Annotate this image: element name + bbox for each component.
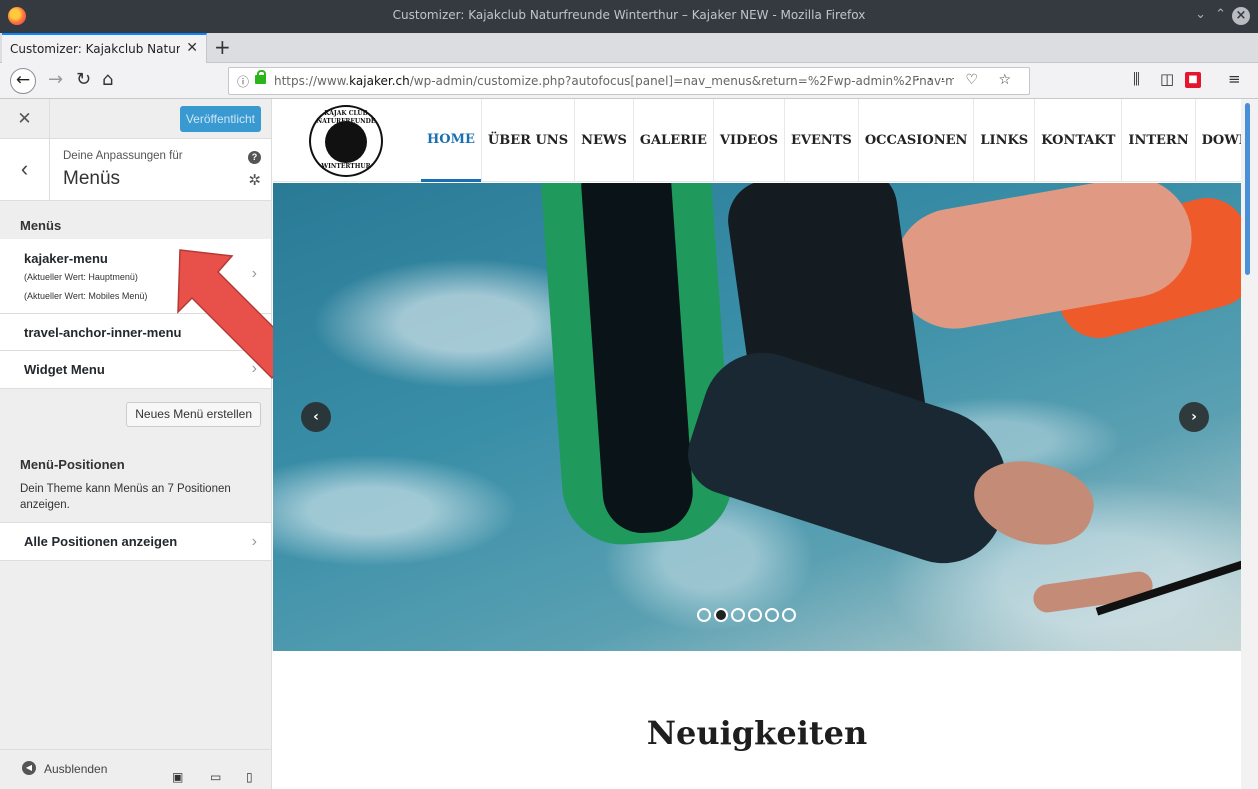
forward-icon[interactable]: → bbox=[48, 69, 63, 90]
mobile-preview-icon[interactable]: ▯ bbox=[246, 770, 253, 784]
desktop-preview-icon[interactable]: ▣ bbox=[172, 770, 183, 784]
menu-item-kajaker-menu[interactable]: kajaker-menu (Aktueller Wert: Hauptmenü)… bbox=[0, 239, 271, 314]
view-all-locations-item[interactable]: Alle Positionen anzeigen › bbox=[0, 522, 271, 561]
slider-dot[interactable] bbox=[748, 608, 762, 622]
panel-header: ‹ Deine Anpassungen für Menüs ? ✲ bbox=[0, 139, 271, 201]
home-icon[interactable]: ⌂ bbox=[102, 69, 113, 90]
site-header: KAJAK CLUB NATURFREUNDE WINTERTHUR HOME … bbox=[273, 99, 1241, 182]
help-icon[interactable]: ? bbox=[248, 151, 261, 164]
nav-item-links[interactable]: LINKS bbox=[973, 99, 1034, 182]
nav-item-kontakt[interactable]: KONTAKT bbox=[1034, 99, 1121, 182]
menu-locations-title: Menü-Positionen bbox=[20, 457, 125, 472]
customizer-sidebar: ✕ Veröffentlicht ‹ Deine Anpassungen für… bbox=[0, 99, 272, 789]
nav-item-intern[interactable]: INTERN bbox=[1121, 99, 1194, 182]
back-chevron-icon[interactable]: ‹ bbox=[0, 139, 50, 201]
site-info-icon[interactable]: ⓘ bbox=[237, 73, 249, 90]
library-icon[interactable]: ⫼ bbox=[1133, 70, 1140, 88]
slider-next-icon[interactable]: › bbox=[1179, 402, 1209, 432]
window-titlebar: Customizer: Kajakclub Naturfreunde Winte… bbox=[0, 0, 1258, 33]
tab-customizer[interactable]: Customizer: Kajakclub Naturfreunde Winte… bbox=[2, 33, 207, 63]
menu-locations-description: Dein Theme kann Menüs an 7 Positionen an… bbox=[20, 483, 231, 511]
tab-label: Customizer: Kajakclub Naturfreunde Winte… bbox=[10, 42, 180, 56]
back-icon[interactable]: ← bbox=[10, 68, 36, 94]
tab-bar: Customizer: Kajakclub Naturfreunde Winte… bbox=[0, 33, 1258, 63]
nav-item-ueber-uns[interactable]: ÜBER UNS bbox=[480, 99, 574, 182]
chevron-right-icon: › bbox=[251, 265, 257, 282]
nav-item-downloads[interactable]: DOWNLOADS bbox=[1194, 99, 1241, 182]
nav-item-galerie[interactable]: GALERIE bbox=[632, 99, 713, 182]
collapse-label[interactable]: Ausblenden bbox=[44, 762, 107, 776]
nav-item-videos[interactable]: VIDEOS bbox=[712, 99, 784, 182]
site-nav: HOME ÜBER UNS NEWS GALERIE VIDEOS EVENTS… bbox=[421, 99, 1241, 182]
menu-item-travel-anchor[interactable]: travel-anchor-inner-menu › bbox=[0, 314, 271, 351]
new-menu-button[interactable]: Neues Menü erstellen bbox=[126, 402, 261, 427]
nav-item-occasionen[interactable]: OCCASIONEN bbox=[857, 99, 974, 182]
hero-slider: ‹ › bbox=[273, 183, 1241, 651]
view-all-locations-label: Alle Positionen anzeigen bbox=[24, 534, 178, 549]
minimize-icon[interactable]: ⌄ bbox=[1195, 7, 1206, 22]
nav-item-events[interactable]: EVENTS bbox=[783, 99, 858, 182]
panel-title: Menüs bbox=[63, 168, 121, 189]
menus-section-title: Menüs bbox=[20, 218, 62, 233]
addon-icon[interactable]: ■ bbox=[1185, 72, 1201, 88]
customizer-footer: ◀ Ausblenden ▣ ▭ ▯ bbox=[0, 749, 271, 789]
club-logo[interactable]: KAJAK CLUB NATURFREUNDE WINTERTHUR bbox=[309, 105, 383, 177]
slider-dot[interactable] bbox=[765, 608, 779, 622]
tab-close-icon[interactable]: ✕ bbox=[186, 40, 198, 56]
slider-dot[interactable] bbox=[714, 608, 728, 622]
nav-item-news[interactable]: NEWS bbox=[574, 99, 633, 182]
sidebar-toggle-icon[interactable]: ◫ bbox=[1160, 70, 1174, 88]
hamburger-menu-icon[interactable]: ≡ bbox=[1228, 70, 1241, 88]
news-heading: Neuigkeiten bbox=[646, 714, 868, 752]
menu-location-note: (Aktueller Wert: Hauptmenü) bbox=[24, 272, 138, 282]
slider-dots bbox=[697, 608, 796, 622]
tablet-preview-icon[interactable]: ▭ bbox=[210, 770, 221, 784]
window-title: Customizer: Kajakclub Naturfreunde Winte… bbox=[392, 8, 866, 22]
preview-scrollbar[interactable] bbox=[1241, 99, 1258, 789]
new-tab-icon[interactable]: + bbox=[214, 35, 231, 59]
slider-dot[interactable] bbox=[731, 608, 745, 622]
menu-item-label: kajaker-menu bbox=[24, 251, 108, 266]
menu-location-note: (Aktueller Wert: Mobiles Menü) bbox=[24, 291, 148, 301]
close-customizer-icon[interactable]: ✕ bbox=[0, 99, 50, 139]
menu-item-widget-menu[interactable]: Widget Menu › bbox=[0, 351, 271, 389]
chevron-right-icon: › bbox=[251, 323, 257, 340]
url-bar[interactable]: ⓘ https://www.kajaker.ch/wp-admin/custom… bbox=[228, 67, 1030, 95]
reload-icon[interactable]: ↻ bbox=[76, 69, 91, 90]
logo-text-bottom: WINTERTHUR bbox=[321, 163, 371, 170]
menu-item-label: travel-anchor-inner-menu bbox=[24, 325, 182, 340]
panel-subtitle: Deine Anpassungen für bbox=[63, 150, 183, 162]
scrollbar-thumb[interactable] bbox=[1245, 103, 1250, 275]
menu-item-label: Widget Menu bbox=[24, 362, 105, 377]
chevron-right-icon: › bbox=[251, 360, 257, 377]
collapse-icon[interactable]: ◀ bbox=[22, 761, 36, 775]
slider-dot[interactable] bbox=[782, 608, 796, 622]
customizer-topbar: ✕ Veröffentlicht bbox=[0, 99, 271, 139]
nav-item-home[interactable]: HOME bbox=[421, 99, 481, 182]
maximize-icon[interactable]: ⌃ bbox=[1215, 7, 1226, 22]
url-text[interactable]: https://www.kajaker.ch/wp-admin/customiz… bbox=[274, 74, 954, 88]
lock-icon bbox=[255, 70, 266, 84]
window-close-icon[interactable]: × bbox=[1232, 7, 1250, 25]
slider-dot[interactable] bbox=[697, 608, 711, 622]
publish-button[interactable]: Veröffentlicht bbox=[179, 106, 261, 132]
chevron-right-icon: › bbox=[251, 533, 257, 550]
site-preview: KAJAK CLUB NATURFREUNDE WINTERTHUR HOME … bbox=[273, 99, 1241, 789]
slider-prev-icon[interactable]: ‹ bbox=[301, 402, 331, 432]
gear-icon[interactable]: ✲ bbox=[248, 171, 261, 189]
navigation-toolbar: ← → ↻ ⌂ ⓘ https://www.kajaker.ch/wp-admi… bbox=[0, 63, 1258, 99]
page-actions-icon[interactable]: ··· ♡ ☆ bbox=[916, 72, 1019, 88]
